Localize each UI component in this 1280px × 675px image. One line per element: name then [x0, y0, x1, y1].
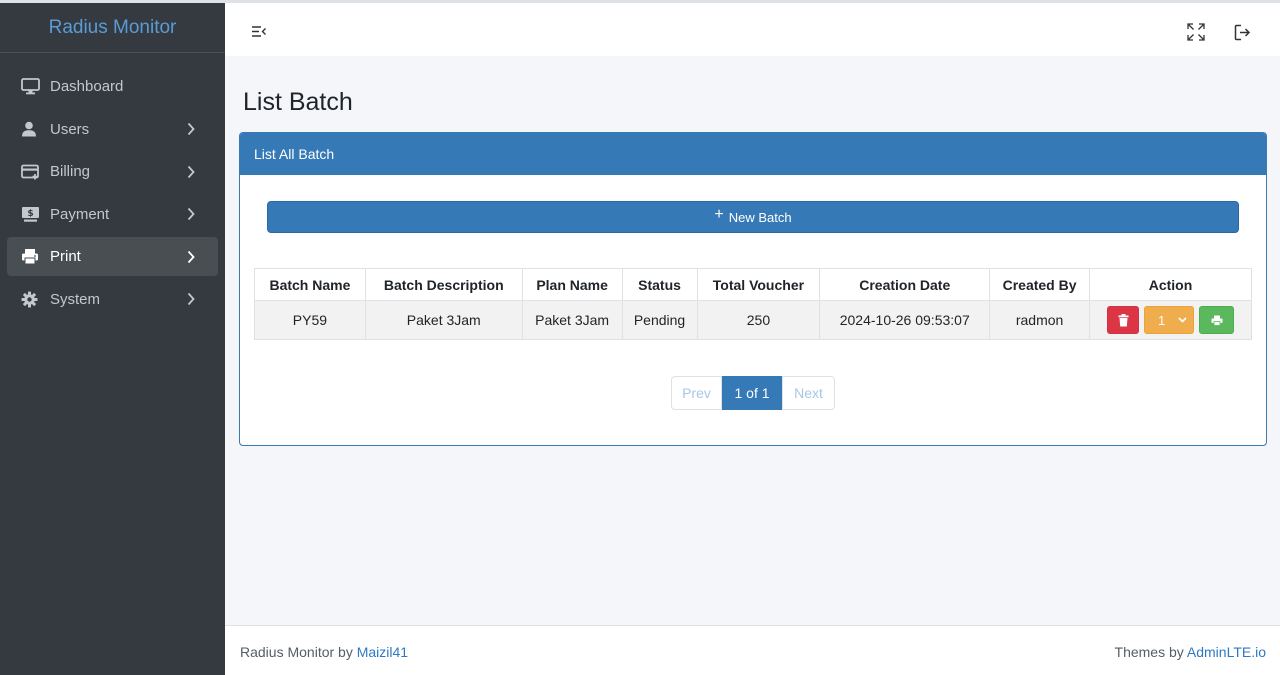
money-icon: $	[21, 204, 43, 224]
fullscreen-icon[interactable]	[1187, 23, 1207, 43]
column-header: Batch Name	[254, 268, 366, 301]
sidebar: Radius Monitor Dashboard Users Billing $…	[0, 0, 225, 675]
sidebar-item-label: Dashboard	[50, 78, 124, 95]
sidebar-item-billing[interactable]: Billing	[7, 152, 218, 191]
page-title: List Batch	[243, 88, 353, 116]
column-header: Batch Description	[364, 268, 523, 301]
print-button[interactable]	[1199, 306, 1234, 334]
chevron-right-icon	[184, 207, 198, 221]
card-header: List All Batch	[240, 133, 1266, 175]
chevron-down-icon	[1178, 317, 1187, 323]
sidebar-toggle-icon[interactable]	[251, 25, 269, 43]
column-header: Action	[1089, 268, 1252, 301]
sidebar-item-label: Print	[50, 248, 81, 265]
top-navbar	[225, 0, 1280, 56]
sidebar-item-label: System	[50, 290, 101, 308]
sidebar-item-label: Payment	[50, 205, 110, 223]
sidebar-item-users[interactable]: Users	[7, 110, 218, 149]
gear-icon	[21, 289, 43, 309]
column-header: Status	[621, 268, 698, 301]
delete-button[interactable]	[1107, 306, 1139, 334]
footer: Radius Monitor by Maizil41 Themes by Adm…	[225, 625, 1280, 675]
sidebar-nav: Dashboard Users Billing $ Payment Print …	[0, 53, 225, 319]
cell-creation-date: 2024-10-26 09:53:07	[819, 300, 991, 340]
pagination-current[interactable]: 1 of 1	[722, 376, 782, 410]
new-batch-button[interactable]: + New Batch	[267, 201, 1239, 233]
column-header: Created By	[989, 268, 1091, 301]
footer-credit: Radius Monitor by Maizil41	[240, 644, 408, 660]
column-header: Plan Name	[521, 268, 623, 301]
brand[interactable]: Radius Monitor	[0, 3, 225, 53]
chevron-right-icon	[184, 250, 198, 264]
sidebar-item-dashboard[interactable]: Dashboard	[7, 67, 218, 106]
footer-theme-text: Themes by	[1114, 644, 1187, 660]
cell-batch-name: PY59	[254, 300, 366, 340]
plus-icon: +	[714, 206, 724, 223]
cell-plan-name: Paket 3Jam	[521, 300, 623, 340]
table-row: PY59 Paket 3Jam Paket 3Jam Pending 250 2…	[254, 300, 1252, 340]
footer-credit-text: Radius Monitor by	[240, 644, 357, 660]
new-batch-label: New Batch	[728, 209, 792, 225]
author-link[interactable]: Maizil41	[357, 644, 408, 660]
monitor-icon	[21, 77, 43, 97]
sidebar-item-label: Billing	[50, 163, 91, 180]
cell-status: Pending	[621, 300, 698, 340]
trash-icon	[1118, 313, 1128, 326]
batch-card: List All Batch + New Batch Batch Name Ba…	[239, 132, 1267, 446]
action-group: 1	[1094, 306, 1247, 334]
pagination-next[interactable]: Next	[782, 376, 835, 410]
brand-title[interactable]: Radius Monitor	[49, 17, 177, 39]
column-header: Creation Date	[819, 268, 991, 301]
sidebar-item-payment[interactable]: $ Payment	[7, 195, 218, 234]
chevron-right-icon	[184, 165, 198, 179]
cell-action: 1	[1089, 300, 1252, 340]
template-select[interactable]: 1	[1144, 306, 1194, 334]
user-icon	[21, 119, 43, 139]
cell-total-voucher: 250	[696, 300, 821, 340]
table-header-row: Batch Name Batch Description Plan Name S…	[254, 268, 1252, 301]
cell-created-by: radmon	[989, 300, 1091, 340]
chevron-right-icon	[184, 122, 198, 136]
sidebar-item-label: Users	[50, 120, 90, 138]
chevron-right-icon	[184, 292, 198, 306]
template-select-value: 1	[1158, 312, 1166, 328]
footer-theme: Themes by AdminLTE.io	[1115, 644, 1266, 660]
adminlte-link[interactable]: AdminLTE.io	[1187, 644, 1266, 660]
column-header: Total Voucher	[696, 268, 821, 301]
credit-card-icon	[21, 162, 43, 182]
printer-icon	[21, 247, 43, 267]
printer-icon	[1211, 315, 1222, 326]
sidebar-item-print[interactable]: Print	[7, 237, 218, 276]
sidebar-item-system[interactable]: System	[7, 280, 218, 319]
batch-table: Batch Name Batch Description Plan Name S…	[254, 268, 1252, 340]
pagination: Prev 1 of 1 Next	[671, 376, 835, 410]
svg-text:$: $	[27, 209, 33, 219]
pagination-prev[interactable]: Prev	[671, 376, 722, 410]
cell-batch-description: Paket 3Jam	[364, 300, 523, 340]
logout-icon[interactable]	[1234, 24, 1254, 44]
